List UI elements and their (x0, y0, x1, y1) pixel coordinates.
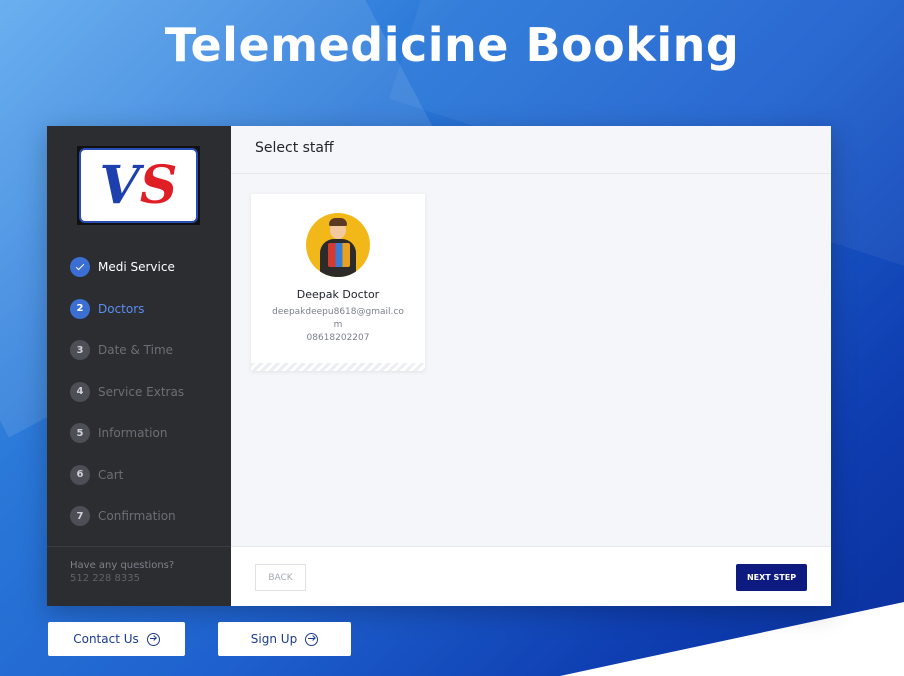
step-number: 7 (70, 506, 90, 526)
page-title: Telemedicine Booking (164, 18, 740, 72)
staff-card[interactable]: Deepak Doctor deepakdeepu8618@gmail.com … (251, 194, 425, 371)
step-list: Medi Service 2 Doctors 3 Date & Time 4 S… (70, 257, 184, 548)
staff-email: deepakdeepu8618@gmail.com (272, 307, 404, 330)
arrow-right-circle-icon (146, 632, 160, 646)
booking-widget: VS Medi Service 2 Doctors 3 Date & Time … (47, 126, 831, 606)
navigation-footer: BACK NEXT STEP (231, 546, 831, 606)
check-icon (70, 257, 90, 277)
support-phone[interactable]: 512 228 8335 (70, 573, 208, 584)
staff-phone: 08618202207 (306, 333, 370, 343)
next-step-button[interactable]: NEXT STEP (736, 564, 807, 591)
step-service-extras: 4 Service Extras (70, 381, 185, 402)
step-information: 5 Information (70, 423, 184, 443)
section-title: Select staff (231, 126, 831, 174)
step-label: Date & Time (98, 343, 174, 357)
step-number: 2 (70, 298, 90, 319)
step-confirmation: 7 Confirmation (70, 506, 184, 526)
logo-mark: VS (79, 148, 198, 223)
step-label: Confirmation (98, 509, 176, 523)
step-label: Information (98, 426, 168, 440)
contact-us-label: Contact Us (73, 632, 139, 646)
back-button[interactable]: BACK (255, 564, 306, 591)
step-label: Medi Service (98, 260, 175, 274)
step-cart: 6 Cart (70, 464, 184, 485)
step-label: Service Extras (98, 384, 185, 399)
step-number: 4 (70, 381, 90, 402)
step-doctors[interactable]: 2 Doctors (70, 298, 184, 319)
company-logo: VS (77, 146, 200, 225)
arrow-right-circle-icon (305, 632, 319, 646)
avatar (306, 213, 370, 277)
staff-name: Deepak Doctor (296, 288, 380, 301)
sign-up-button[interactable]: Sign Up (218, 622, 351, 656)
sidebar-footer: Have any questions? 512 228 8335 (47, 546, 231, 606)
contact-us-button[interactable]: Contact Us (48, 622, 185, 656)
step-number: 5 (70, 423, 90, 443)
main-content: Select staff Deepak Doctor deepakdeepu86… (231, 126, 831, 606)
step-label: Doctors (98, 301, 145, 316)
step-medi-service[interactable]: Medi Service (70, 257, 184, 277)
sign-up-label: Sign Up (250, 632, 298, 646)
step-number: 6 (70, 464, 90, 485)
questions-label: Have any questions? (70, 560, 175, 571)
step-date-time: 3 Date & Time (70, 340, 184, 360)
steps-sidebar: VS Medi Service 2 Doctors 3 Date & Time … (47, 126, 231, 606)
step-number: 3 (70, 340, 90, 360)
step-label: Cart (98, 467, 124, 482)
